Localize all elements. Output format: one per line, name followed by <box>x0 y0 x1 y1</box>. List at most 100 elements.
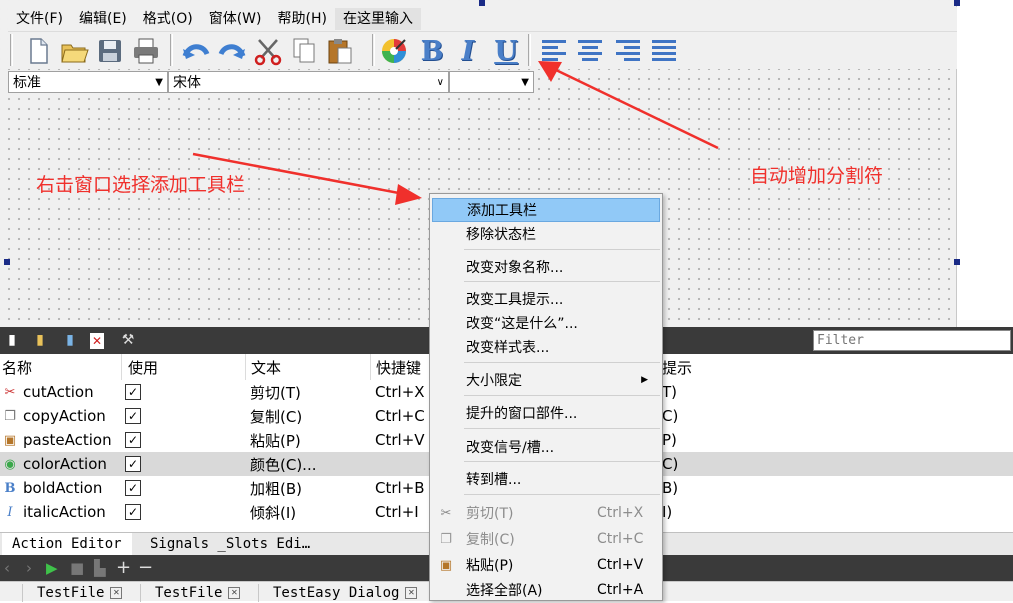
resize-handle-top-right[interactable] <box>954 0 960 6</box>
filter-input[interactable] <box>813 330 1011 351</box>
remove-icon[interactable]: − <box>138 558 153 578</box>
close-icon[interactable]: ✕ <box>405 587 418 599</box>
close-icon[interactable]: ✕ <box>228 587 241 599</box>
copy-action-icon[interactable]: ▮ <box>60 330 80 350</box>
context-menu-item[interactable]: 改变样式表... <box>432 335 660 359</box>
toolbar-separator <box>10 34 13 66</box>
context-menu-shortcut: Ctrl+V <box>597 557 644 573</box>
tab-action-editor[interactable]: Action Editor <box>2 533 132 555</box>
copy-icon[interactable] <box>288 35 320 67</box>
font-combo[interactable]: 宋体 ∨ <box>168 71 449 93</box>
redo-icon[interactable] <box>216 35 248 67</box>
scissors-icon[interactable] <box>252 35 284 67</box>
delete-action-icon[interactable]: ✕ <box>90 333 104 349</box>
size-combo[interactable]: ▼ <box>449 71 534 93</box>
row-name: BboldAction <box>2 476 103 500</box>
row-name: ◉ colorAction <box>2 452 107 476</box>
menu-type-here[interactable]: 在这里输入 <box>334 8 421 30</box>
context-menu-label: 改变工具提示... <box>466 292 564 308</box>
context-menu-item[interactable]: 改变“这是什么”... <box>432 311 660 335</box>
back-icon[interactable]: ‹ <box>4 558 10 578</box>
row-used: ✓ <box>125 428 141 452</box>
context-menu-item[interactable]: 移除状态栏 <box>432 222 660 246</box>
toolbar-separator <box>528 34 531 66</box>
used-checkbox[interactable]: ✓ <box>125 480 141 496</box>
menu-format[interactable]: 格式(O) <box>135 8 201 30</box>
align-justify-icon[interactable] <box>648 35 680 67</box>
row-used: ✓ <box>125 380 141 404</box>
undo-icon[interactable] <box>180 35 212 67</box>
open-action-icon[interactable]: ▮ <box>30 330 50 350</box>
open-folder-icon[interactable] <box>58 35 90 67</box>
stop-icon[interactable]: ■ <box>70 558 84 578</box>
menu-edit[interactable]: 编辑(E) <box>71 8 135 30</box>
menu-help[interactable]: 帮助(H) <box>270 8 335 30</box>
used-checkbox[interactable]: ✓ <box>125 384 141 400</box>
tab-signals-slots-editor[interactable]: Signals _Slots Edi… <box>140 533 320 555</box>
new-action-icon[interactable]: ▮ <box>2 330 22 350</box>
context-menu-item[interactable]: 添加工具栏 <box>432 198 660 222</box>
align-left-icon[interactable] <box>538 35 570 67</box>
forward-icon[interactable]: › <box>26 558 32 578</box>
column-header-used[interactable]: 使用 <box>128 354 246 380</box>
context-menu-shortcut: Ctrl+C <box>597 531 644 547</box>
column-header-text[interactable]: 文本 <box>251 354 371 380</box>
context-menu-item[interactable]: 提升的窗口部件... <box>432 401 660 425</box>
align-center-icon[interactable] <box>574 35 606 67</box>
column-header-tip[interactable]: 提示 <box>662 354 762 380</box>
align-right-icon[interactable] <box>612 35 644 67</box>
context-menu-item[interactable]: 选择全部(A) Ctrl+A <box>432 578 660 602</box>
context-menu-item[interactable]: 大小限定 ▶ <box>432 368 660 392</box>
print-icon[interactable] <box>130 35 162 67</box>
color-wheel-icon[interactable] <box>378 35 410 67</box>
row-shortcut: Ctrl+C <box>375 407 425 425</box>
file-tab[interactable]: TestFile ✕ <box>140 584 241 602</box>
row-shortcut: Ctrl+X <box>375 383 425 401</box>
used-checkbox[interactable]: ✓ <box>125 456 141 472</box>
run-icon[interactable]: ▶ <box>46 558 58 578</box>
context-menu-label: 改变对象名称... <box>466 260 564 276</box>
column-header-name[interactable]: 名称 <box>2 354 122 380</box>
menu-window[interactable]: 窗体(W) <box>201 8 270 30</box>
paste-icon[interactable] <box>324 35 356 67</box>
italic-icon[interactable]: I <box>452 35 484 67</box>
used-checkbox[interactable]: ✓ <box>125 408 141 424</box>
annotation-right: 自动增加分割符 <box>750 165 884 187</box>
save-icon[interactable] <box>94 35 126 67</box>
combo-row: 标准 ▼ 宋体 ∨ ▼ <box>8 71 534 93</box>
wrench-icon[interactable]: ⚒ <box>118 330 138 350</box>
context-menu-item[interactable]: 改变对象名称... <box>432 255 660 279</box>
font-combo-value: 宋体 <box>173 75 201 91</box>
action-name: colorAction <box>23 455 107 473</box>
debug-icon[interactable]: ▙ <box>94 558 106 578</box>
resize-handle-left[interactable] <box>4 259 10 265</box>
resize-handle-top[interactable] <box>479 0 485 6</box>
resize-handle-right[interactable] <box>954 259 960 265</box>
style-combo[interactable]: 标准 ▼ <box>8 71 168 93</box>
row-text: 倾斜(I) <box>250 503 297 522</box>
action-name: boldAction <box>23 479 103 497</box>
context-menu-item[interactable]: ▣ 粘贴(P) Ctrl+V <box>432 553 660 577</box>
new-file-icon[interactable] <box>22 35 54 67</box>
annotation-left: 右击窗口选择添加工具栏 <box>36 174 246 196</box>
file-tab[interactable]: TestFile ✕ <box>22 584 123 602</box>
menu-separator <box>464 428 660 429</box>
context-menu-item[interactable]: 转到槽... <box>432 467 660 491</box>
row-tip: C) <box>662 455 679 473</box>
bold-icon[interactable]: B <box>416 35 448 67</box>
scissors-icon: ✂ <box>4 384 16 400</box>
copy-icon: ❐ <box>440 531 452 547</box>
underline-icon[interactable]: U <box>490 35 522 67</box>
used-checkbox[interactable]: ✓ <box>125 504 141 520</box>
row-used: ✓ <box>125 452 141 476</box>
context-menu-item[interactable]: 改变信号/槽... <box>432 435 660 459</box>
add-icon[interactable]: + <box>116 558 131 578</box>
row-text: 颜色(C)... <box>250 455 317 474</box>
close-icon[interactable]: ✕ <box>110 587 123 599</box>
row-tip: C) <box>662 407 679 425</box>
column-header-shortcut[interactable]: 快捷键 <box>376 354 431 380</box>
file-tab[interactable]: TestEasy Dialog ✕ <box>258 584 418 602</box>
menu-file[interactable]: 文件(F) <box>8 8 71 30</box>
used-checkbox[interactable]: ✓ <box>125 432 141 448</box>
context-menu-item[interactable]: 改变工具提示... <box>432 287 660 311</box>
